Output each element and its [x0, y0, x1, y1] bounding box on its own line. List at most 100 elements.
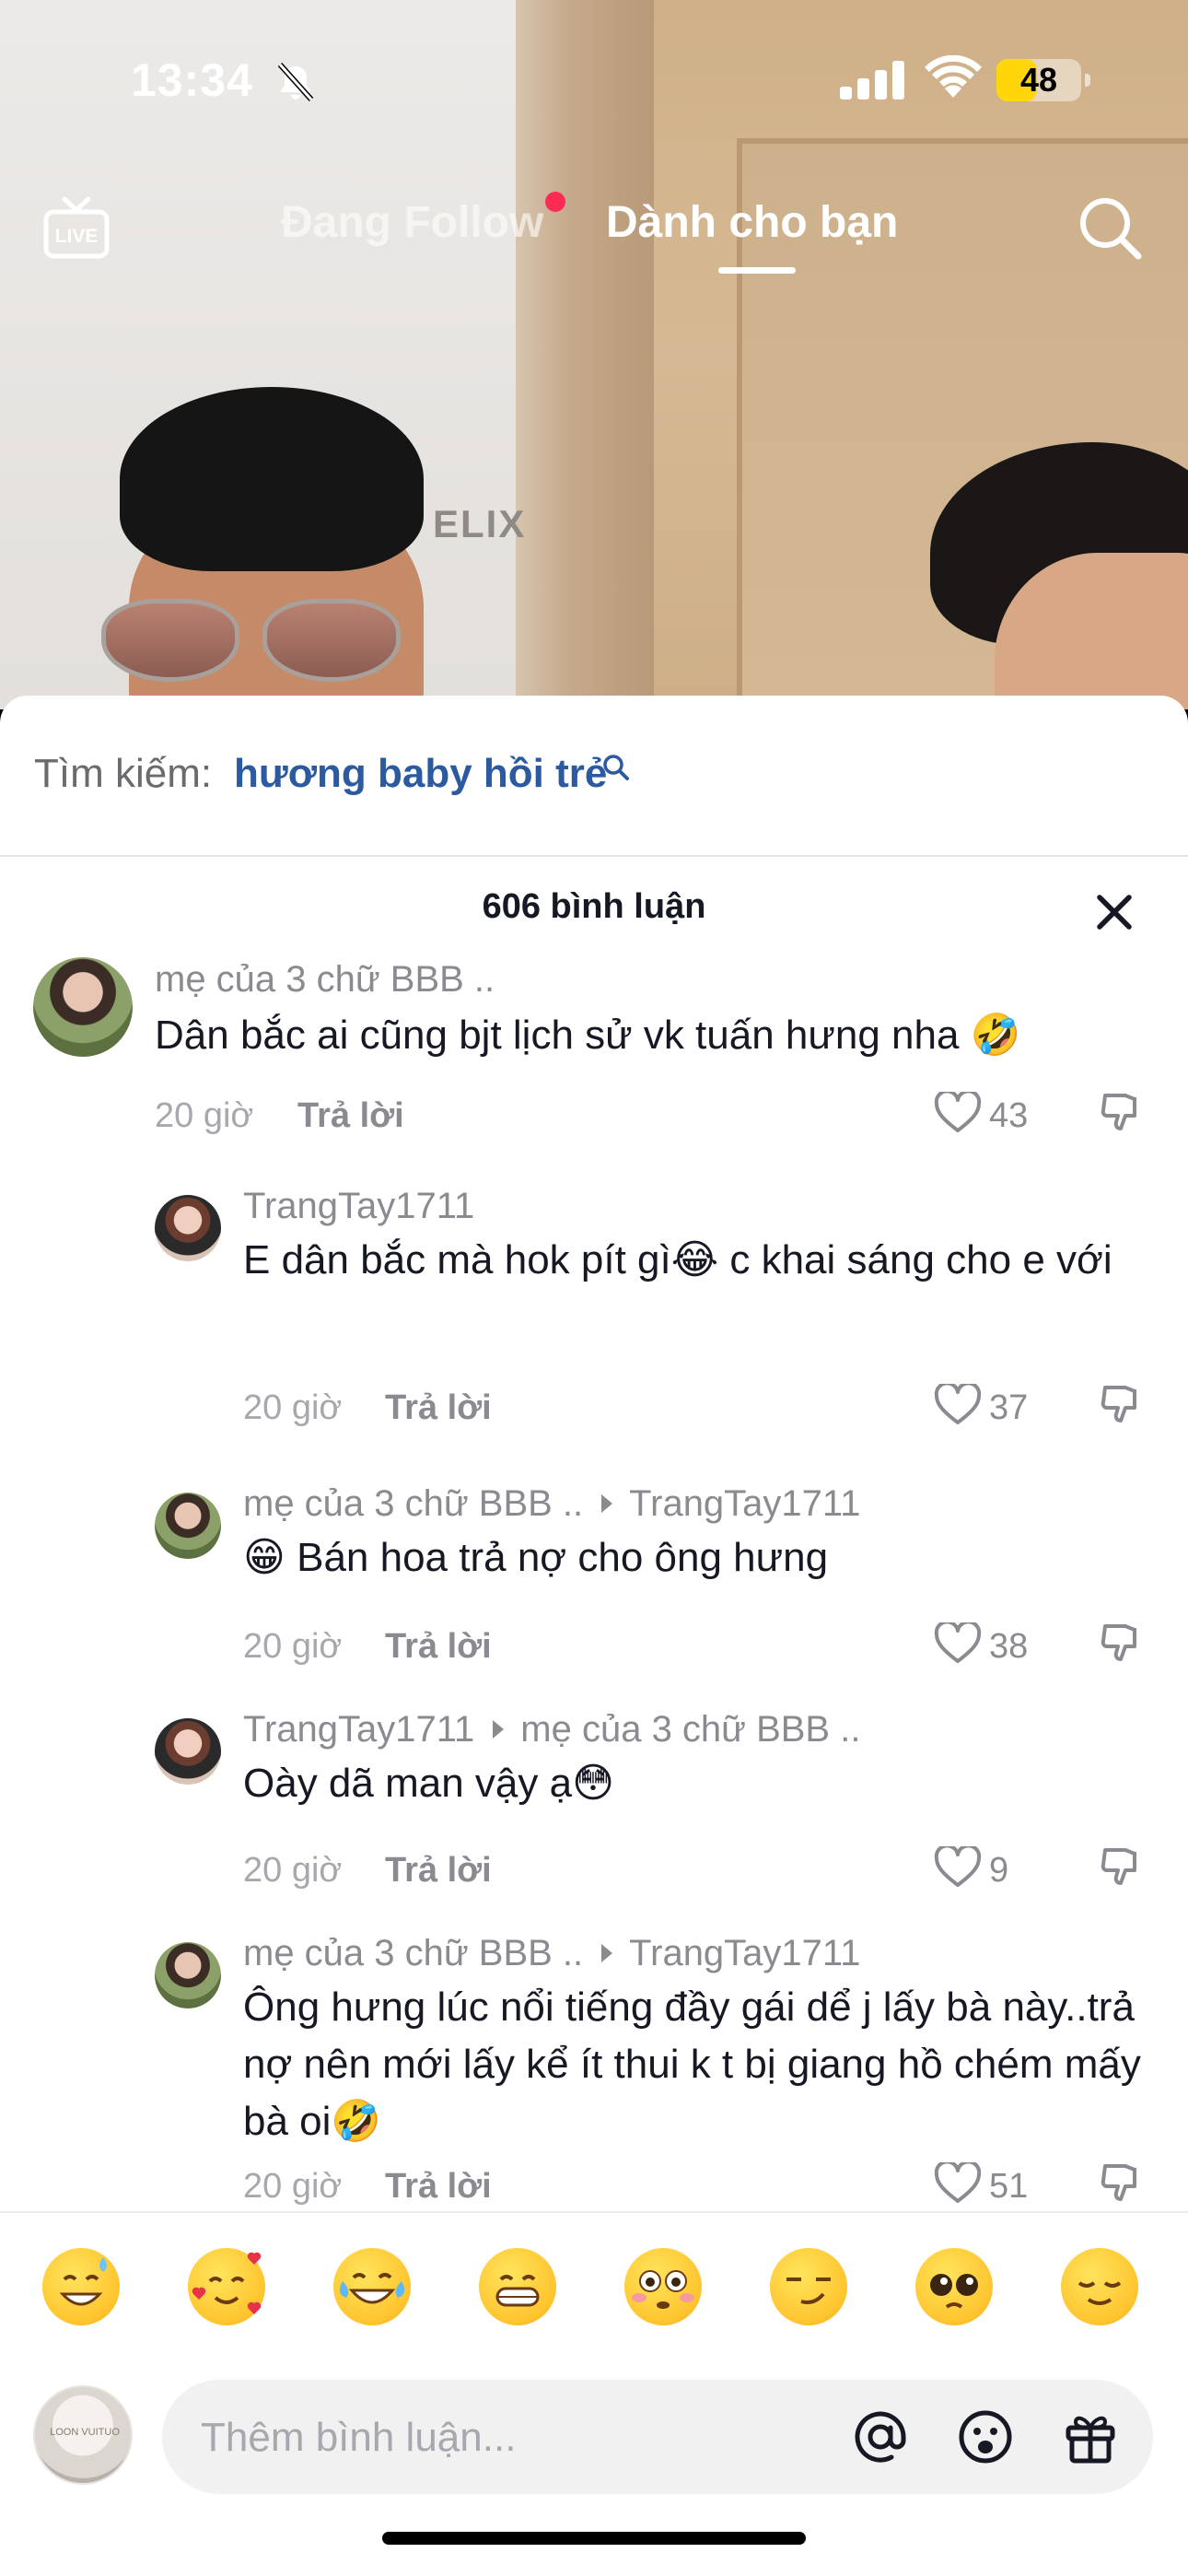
cellular-signal-icon — [840, 61, 904, 100]
comment-username-text[interactable]: mẹ của 3 chữ BBB .. — [243, 1933, 583, 1973]
comment-text: Oày dã man vậy ạ😳 — [243, 1761, 614, 1806]
close-icon[interactable] — [1092, 890, 1136, 934]
heart-icon[interactable] — [934, 1622, 982, 1665]
commenter-avatar[interactable] — [155, 1942, 221, 2008]
reply-to-username[interactable]: TrangTay1711 — [629, 1933, 860, 1973]
at-mention-icon[interactable] — [851, 2407, 910, 2466]
reply-to-username[interactable]: TrangTay1711 — [629, 1483, 860, 1524]
following-notification-dot — [545, 192, 565, 212]
bell-slash-icon — [277, 62, 314, 102]
reply-to-username[interactable]: mẹ của 3 chữ BBB .. — [520, 1709, 860, 1750]
video-person-man — [92, 387, 442, 709]
reply-button[interactable]: Trả lời — [297, 1096, 404, 1136]
emoji-smiling-hearts[interactable] — [188, 2248, 265, 2325]
active-tab-indicator — [718, 267, 796, 274]
comment-count: 606 bình luận — [482, 887, 706, 926]
comment-username[interactable]: mẹ của 3 chữ BBB .. — [155, 959, 495, 1001]
like-count: 37 — [989, 1388, 1029, 1427]
like-count: 9 — [989, 1851, 1009, 1890]
comment-list[interactable]: mẹ của 3 chữ BBB .. Dân bắc ai cũng bjt … — [0, 944, 1188, 2211]
emoji-quick-bar — [0, 2211, 1188, 2359]
reply-button[interactable]: Trả lời — [385, 2167, 492, 2207]
wifi-icon — [925, 55, 982, 98]
dislike-icon[interactable] — [1098, 1088, 1144, 1134]
emoji-tears-of-joy[interactable] — [333, 2248, 411, 2325]
dislike-icon[interactable] — [1098, 1843, 1144, 1889]
comment-input-placeholder: Thêm bình luận... — [201, 2415, 517, 2460]
comment-reply-item: mẹ của 3 chữ BBB .. TrangTay1711 Ông hưng… — [0, 1914, 1188, 2211]
comment-username[interactable]: mẹ của 3 chữ BBB .. TrangTay1711 — [243, 1933, 860, 1974]
live-icon[interactable]: LIVE — [42, 193, 111, 262]
commenter-avatar[interactable] — [155, 1718, 221, 1785]
comment-input[interactable]: Thêm bình luận... — [162, 2380, 1153, 2494]
search-suggestion-label: Tìm kiếm: — [34, 751, 213, 796]
comment-sheet: Tìm kiếm: hương baby hồi trẻ 606 bình lu… — [0, 696, 1188, 2576]
top-navigation: LIVE Đang Follow Dành cho bạn — [0, 175, 1188, 286]
comment-reply-item: TrangTay1711 mẹ của 3 chữ BBB .. Oày dã m… — [0, 1691, 1188, 1914]
comment-reply-item: TrangTay1711 E dân bắc mà hok pít gì😂 c … — [0, 1175, 1188, 1465]
comment-time: 20 giờ — [155, 1096, 254, 1135]
reply-button[interactable]: Trả lời — [385, 1627, 492, 1667]
comment-reply-item: mẹ của 3 chữ BBB .. TrangTay1711 😁 Bán ho… — [0, 1465, 1188, 1691]
comment-username-text[interactable]: TrangTay1711 — [243, 1186, 474, 1226]
comment-text: Dân bắc ai cũng bjt lịch sử vk tuấn hưng… — [155, 1013, 1021, 1058]
like-count: 38 — [989, 1627, 1029, 1666]
comment-text: Ông hưng lúc nổi tiếng đầy gái dể j lấy … — [243, 1985, 1141, 2144]
comment-time: 20 giờ — [243, 1388, 343, 1427]
emoji-icon[interactable] — [956, 2407, 1015, 2466]
tab-for-you[interactable]: Dành cho bạn — [606, 197, 898, 248]
search-suggestion-term[interactable]: hương baby hồi trẻ — [234, 751, 607, 797]
commenter-avatar[interactable] — [155, 1493, 221, 1559]
dislike-icon[interactable] — [1098, 1380, 1144, 1426]
status-time: 13:34 — [131, 54, 253, 106]
battery-icon: 48 — [996, 59, 1090, 101]
comment-time: 20 giờ — [243, 1851, 343, 1890]
heart-icon[interactable] — [934, 1384, 982, 1426]
commenter-avatar[interactable] — [155, 1195, 221, 1261]
reply-to-arrow-icon — [601, 1944, 613, 1963]
home-indicator[interactable] — [382, 2532, 806, 2545]
comment-time: 20 giờ — [243, 2167, 343, 2206]
status-bar: 13:34 48 — [0, 0, 1188, 157]
comment-text: 😁 Bán hoa trả nợ cho ông hưng — [243, 1535, 829, 1580]
emoji-smirk[interactable] — [770, 2248, 847, 2325]
comment-username[interactable]: TrangTay1711 mẹ của 3 chữ BBB .. — [243, 1709, 860, 1751]
comment-time: 20 giờ — [243, 1627, 343, 1666]
comment-input-row: LOON VUITUO Thêm bình luận... — [0, 2363, 1188, 2501]
search-suggestion-icon — [603, 755, 629, 780]
comment-item: mẹ của 3 chữ BBB .. Dân bắc ai cũng bjt … — [0, 944, 1188, 1175]
gift-icon[interactable] — [1061, 2407, 1120, 2466]
emoji-grin[interactable] — [479, 2248, 556, 2325]
commenter-avatar[interactable] — [33, 957, 133, 1057]
dislike-icon[interactable] — [1098, 2159, 1144, 2205]
current-user-avatar[interactable]: LOON VUITUO — [33, 2385, 133, 2485]
heart-icon[interactable] — [934, 1092, 982, 1134]
like-count: 51 — [989, 2167, 1029, 2206]
search-icon[interactable] — [1076, 193, 1144, 262]
dislike-icon[interactable] — [1098, 1619, 1144, 1665]
reply-button[interactable]: Trả lời — [385, 1388, 492, 1428]
comment-username-text[interactable]: mẹ của 3 chữ BBB .. — [155, 959, 495, 1000]
live-label: LIVE — [55, 226, 99, 247]
emoji-flushed[interactable] — [624, 2248, 702, 2325]
search-suggestion-bar[interactable]: Tìm kiếm: hương baby hồi trẻ — [0, 696, 1188, 857]
comment-text: E dân bắc mà hok pít gì😂 c khai sáng cho… — [243, 1237, 1112, 1282]
video-sign-text: ELIX — [433, 502, 527, 545]
heart-icon[interactable] — [934, 2162, 982, 2205]
avatar-shirt-text: LOON VUITUO — [50, 2427, 120, 2438]
comment-username[interactable]: TrangTay1711 — [243, 1186, 474, 1227]
comment-username-text[interactable]: TrangTay1711 — [243, 1709, 474, 1750]
emoji-sweat-smile[interactable] — [42, 2248, 120, 2325]
video-person-woman — [930, 442, 1188, 709]
heart-icon[interactable] — [934, 1846, 982, 1889]
battery-percent: 48 — [1019, 61, 1058, 99]
reply-button[interactable]: Trả lời — [385, 1851, 492, 1891]
emoji-pleading[interactable] — [915, 2248, 993, 2325]
emoji-relieved[interactable] — [1061, 2248, 1138, 2325]
tab-following[interactable]: Đang Follow — [281, 197, 543, 248]
comment-username-text[interactable]: mẹ của 3 chữ BBB .. — [243, 1483, 583, 1524]
like-count: 43 — [989, 1096, 1029, 1135]
reply-to-arrow-icon — [493, 1720, 505, 1739]
reply-to-arrow-icon — [601, 1494, 613, 1514]
comment-username[interactable]: mẹ của 3 chữ BBB .. TrangTay1711 — [243, 1483, 860, 1525]
